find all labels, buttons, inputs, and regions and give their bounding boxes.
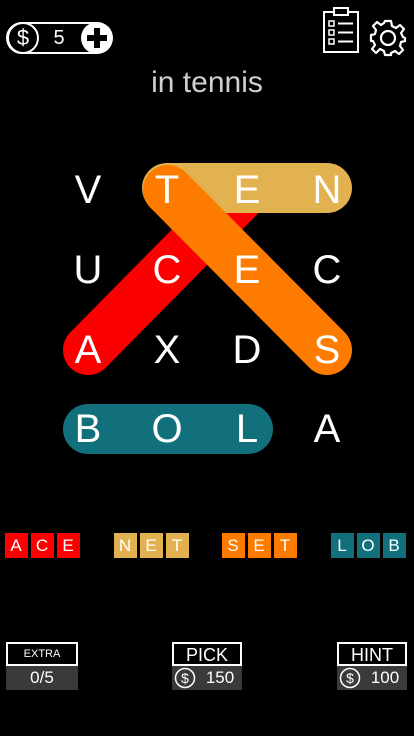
found-word-lob: L O B — [331, 533, 406, 558]
grid-cell-r4c2[interactable]: O — [137, 399, 197, 459]
hint-button[interactable]: HINT $ 100 — [337, 642, 407, 690]
pick-cost-value: 150 — [205, 668, 235, 687]
found-word-set: S E T — [222, 533, 297, 558]
grid-cell-r1c4[interactable]: N — [297, 160, 357, 220]
grid-cell-r4c4[interactable]: A — [297, 399, 357, 459]
grid-cell-r4c3[interactable]: L — [217, 399, 277, 459]
grid-cell-r1c3[interactable]: E — [217, 160, 277, 220]
grid-cell-r3c4[interactable]: S — [297, 320, 357, 380]
word-tile: T — [166, 533, 189, 558]
word-tile: O — [357, 533, 380, 558]
word-tile: T — [274, 533, 297, 558]
word-tile: N — [114, 533, 137, 558]
grid-cell-r1c1[interactable]: V — [58, 160, 118, 220]
svg-text:$: $ — [346, 670, 354, 686]
word-tile: B — [383, 533, 406, 558]
hint-cost-value: 100 — [370, 668, 400, 687]
grid-cell-r2c2[interactable]: C — [137, 240, 197, 300]
hint-label: HINT — [337, 642, 407, 666]
word-tile: A — [5, 533, 28, 558]
hint-cost: $ 100 — [337, 666, 407, 690]
grid-cell-r2c3[interactable]: E — [217, 240, 277, 300]
dollar-coin-icon: $ — [339, 667, 361, 689]
found-word-ace: A C E — [5, 533, 80, 558]
word-tile: L — [331, 533, 354, 558]
grid-cell-r3c3[interactable]: D — [217, 320, 277, 380]
extra-words-count: 0/5 — [6, 666, 78, 690]
grid-cell-r1c2[interactable]: T — [137, 160, 197, 220]
grid-cell-r3c2[interactable]: X — [137, 320, 197, 380]
word-tile: E — [140, 533, 163, 558]
extra-words-label: EXTRA WORDS — [6, 642, 78, 680]
extra-words-button[interactable]: EXTRA WORDS 0/5 — [6, 642, 78, 690]
grid-cell-r2c4[interactable]: C — [297, 240, 357, 300]
extra-words-value: 0/5 — [30, 668, 54, 687]
pick-label: PICK — [172, 642, 242, 666]
found-word-net: N E T — [114, 533, 189, 558]
grid-cell-r3c1[interactable]: A — [58, 320, 118, 380]
word-tile: S — [222, 533, 245, 558]
pick-button[interactable]: PICK $ 150 — [172, 642, 242, 690]
grid-cell-r2c1[interactable]: U — [58, 240, 118, 300]
word-tile: E — [248, 533, 271, 558]
word-tile: C — [31, 533, 54, 558]
grid-cell-r4c1[interactable]: B — [58, 399, 118, 459]
svg-text:$: $ — [181, 670, 189, 686]
word-tile: E — [57, 533, 80, 558]
pick-cost: $ 150 — [172, 666, 242, 690]
dollar-coin-icon: $ — [174, 667, 196, 689]
